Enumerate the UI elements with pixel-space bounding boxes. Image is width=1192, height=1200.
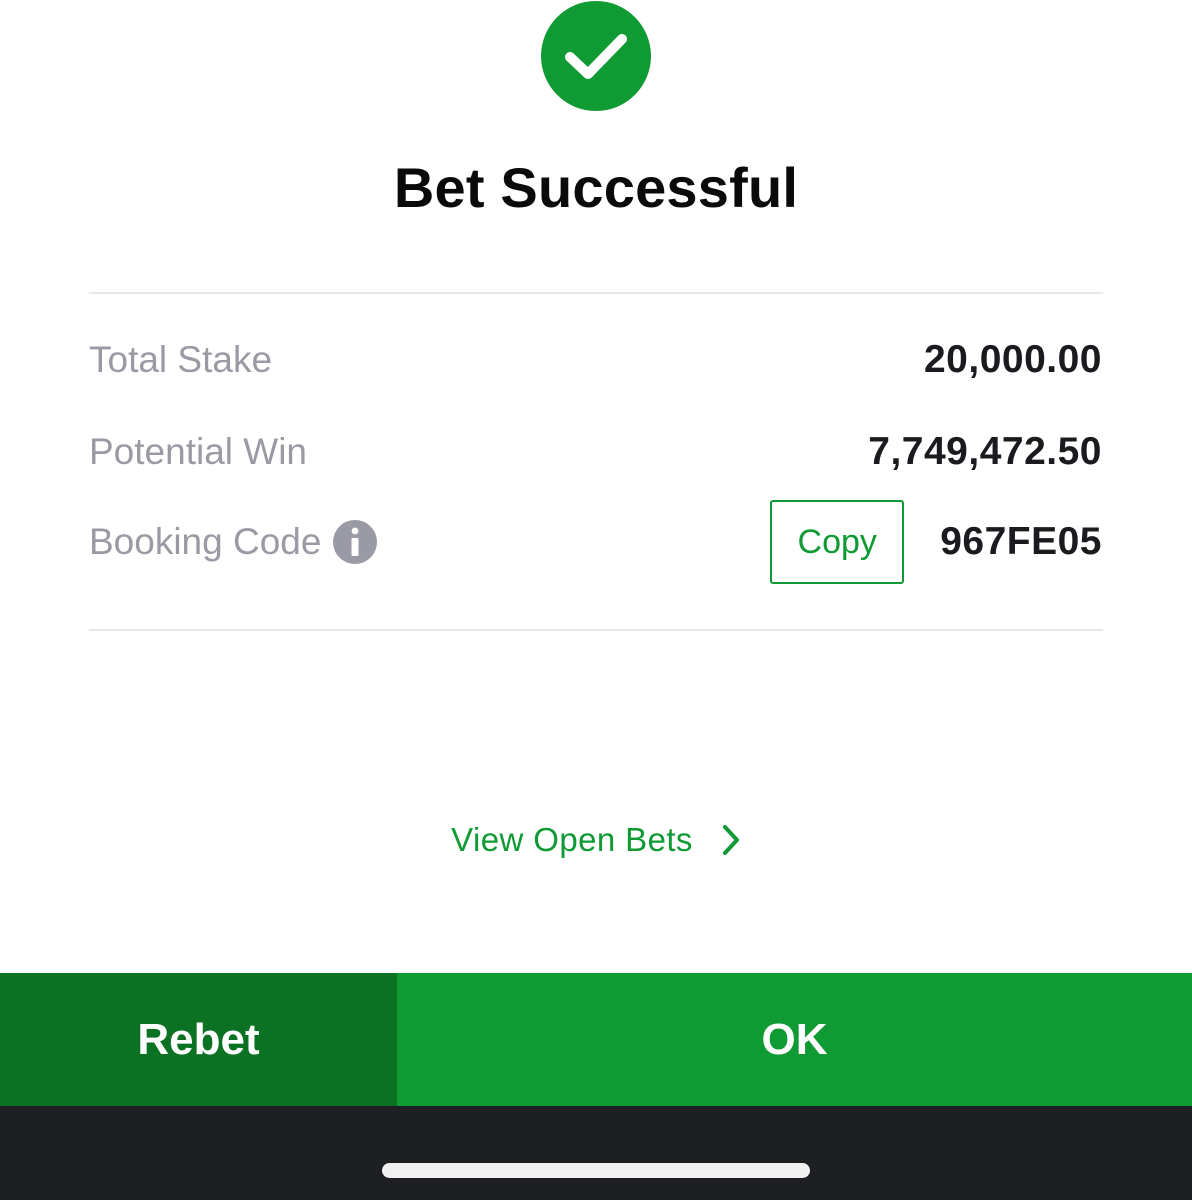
booking-code-label: Booking Code — [89, 521, 322, 562]
booking-code-label-group: Booking Code — [89, 520, 378, 564]
rebet-button[interactable]: Rebet — [0, 973, 397, 1106]
view-open-bets-link[interactable]: View Open Bets — [0, 810, 1192, 870]
bottom-divider — [89, 629, 1103, 631]
home-indicator-area — [0, 1106, 1192, 1200]
copy-button[interactable]: Copy — [770, 500, 905, 584]
total-stake-label: Total Stake — [89, 339, 273, 380]
info-icon[interactable] — [333, 520, 378, 564]
booking-code-value: 967FE05 — [940, 520, 1102, 563]
total-stake-row: Total Stake 20,000.00 — [89, 325, 1102, 395]
ok-button[interactable]: OK — [397, 973, 1192, 1106]
potential-win-value: 7,749,472.50 — [868, 430, 1102, 473]
booking-code-row: Booking Code Copy 967FE05 — [89, 500, 1102, 584]
top-divider — [89, 292, 1103, 294]
chevron-right-icon — [721, 824, 741, 856]
action-bar: Rebet OK — [0, 973, 1192, 1106]
total-stake-value: 20,000.00 — [923, 338, 1102, 381]
potential-win-label: Potential Win — [89, 431, 307, 472]
bet-success-screen: Bet Successful Total Stake 20,000.00 Pot… — [0, 0, 1192, 1200]
home-indicator[interactable] — [382, 1163, 810, 1178]
booking-code-actions: Copy 967FE05 — [770, 500, 1102, 584]
view-open-bets-label: View Open Bets — [451, 821, 693, 858]
page-title: Bet Successful — [393, 156, 799, 219]
potential-win-row: Potential Win 7,749,472.50 — [89, 417, 1102, 487]
success-check-icon — [541, 1, 651, 111]
